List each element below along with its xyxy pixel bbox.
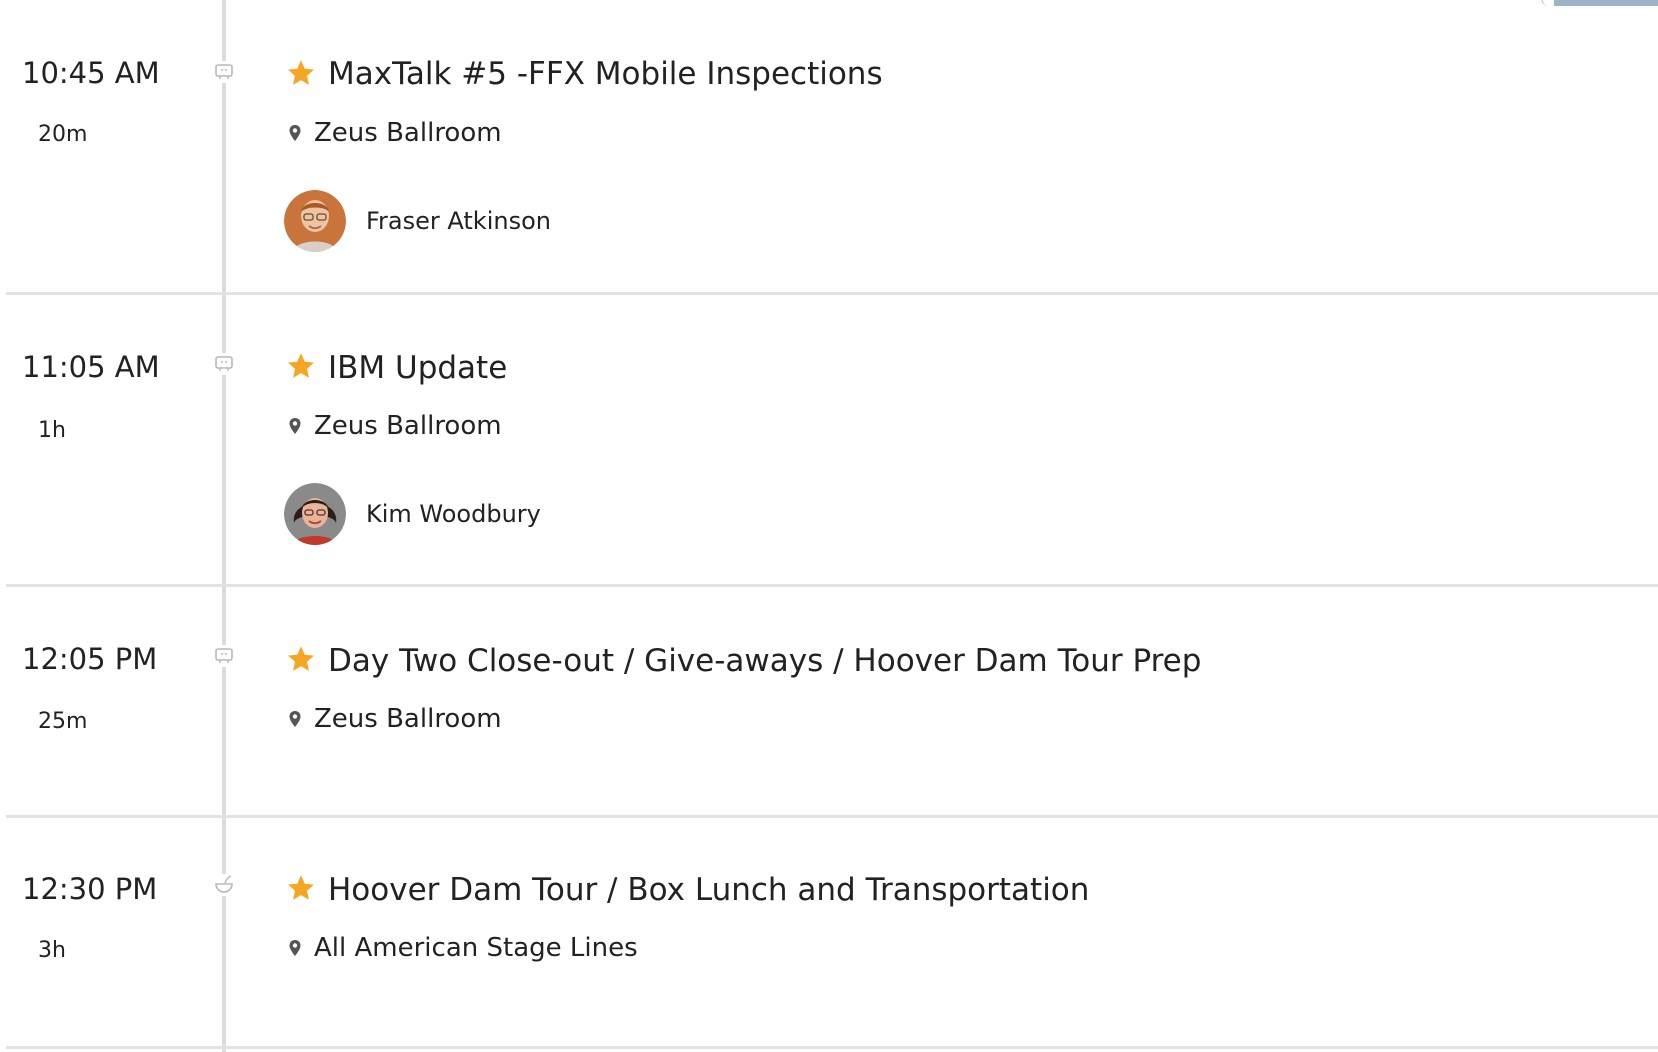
speaker[interactable]: Kim Woodbury — [284, 483, 541, 545]
location-label: Zeus Ballroom — [314, 118, 502, 148]
location-label: All American Stage Lines — [314, 933, 638, 963]
location-pin-icon — [289, 940, 301, 956]
presentation-icon — [213, 353, 235, 375]
session-location: Zeus Ballroom — [288, 411, 502, 441]
avatar — [284, 190, 346, 252]
session-title[interactable]: Hoover Dam Tour / Box Lunch and Transpor… — [328, 872, 1089, 908]
session-title[interactable]: Day Two Close-out / Give-aways / Hoover … — [328, 643, 1201, 679]
star-icon[interactable] — [286, 644, 316, 674]
star-icon[interactable] — [286, 873, 316, 903]
session-item[interactable]: 11:05 AM 1h IBM Update Zeus Ballroom Kim… — [0, 295, 1658, 587]
session-location: All American Stage Lines — [288, 933, 638, 963]
session-time: 10:45 AM — [22, 56, 160, 90]
presentation-icon — [213, 61, 235, 83]
session-item[interactable]: 12:30 PM 3h Hoover Dam Tour / Box Lunch … — [0, 818, 1658, 1052]
session-duration: 25m — [38, 709, 88, 734]
meal-icon — [213, 874, 235, 896]
session-item[interactable]: 12:05 PM 25m Day Two Close-out / Give-aw… — [0, 587, 1658, 818]
session-location: Zeus Ballroom — [288, 704, 502, 734]
session-location: Zeus Ballroom — [288, 118, 502, 148]
star-icon[interactable] — [286, 58, 316, 88]
session-time: 12:30 PM — [22, 872, 158, 906]
location-label: Zeus Ballroom — [314, 411, 502, 441]
location-label: Zeus Ballroom — [314, 704, 502, 734]
session-duration: 3h — [38, 938, 66, 963]
location-pin-icon — [289, 125, 301, 141]
speaker-name: Kim Woodbury — [366, 500, 541, 528]
session-duration: 20m — [38, 122, 88, 147]
presentation-icon — [213, 645, 235, 667]
avatar — [284, 483, 346, 545]
star-icon[interactable] — [286, 351, 316, 381]
session-title[interactable]: MaxTalk #5 -FFX Mobile Inspections — [328, 56, 883, 92]
session-duration: 1h — [38, 418, 66, 443]
divider — [6, 1046, 1658, 1049]
session-time: 11:05 AM — [22, 350, 160, 384]
session-title[interactable]: IBM Update — [328, 350, 507, 386]
location-pin-icon — [289, 711, 301, 727]
agenda-schedule: 10:45 AM 20m MaxTalk #5 -FFX Mobile Insp… — [0, 0, 1658, 1052]
speaker-name: Fraser Atkinson — [366, 207, 551, 235]
session-item[interactable]: 10:45 AM 20m MaxTalk #5 -FFX Mobile Insp… — [0, 0, 1658, 295]
speaker[interactable]: Fraser Atkinson — [284, 190, 551, 252]
location-pin-icon — [289, 418, 301, 434]
session-time: 12:05 PM — [22, 642, 158, 676]
